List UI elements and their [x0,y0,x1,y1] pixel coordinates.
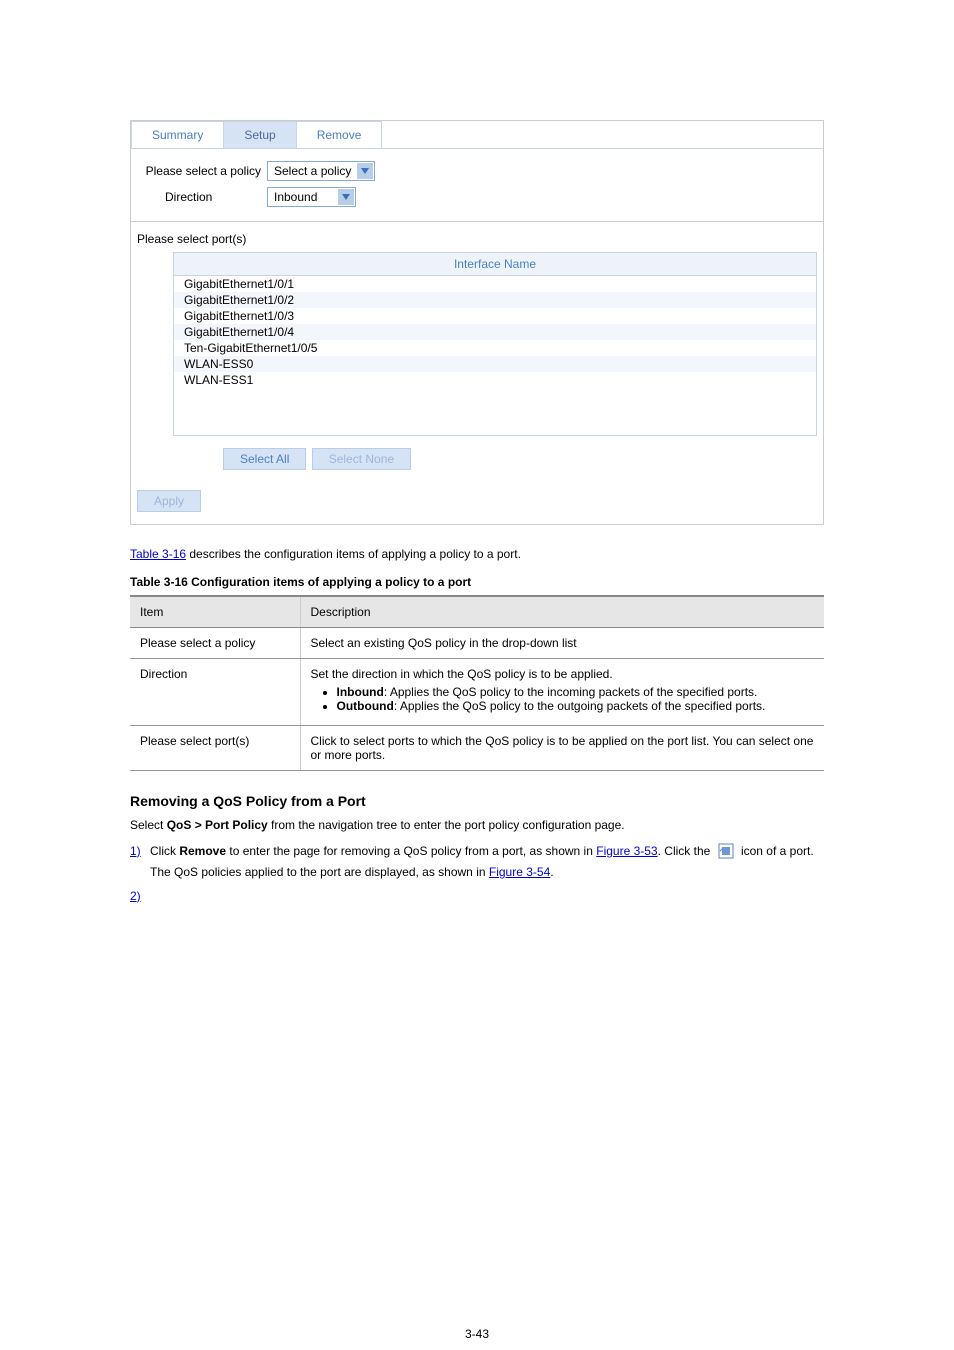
policy-select-value: Select a policy [268,164,357,178]
expand-icon [718,843,734,859]
tab-summary[interactable]: Summary [131,121,224,148]
tab-remove[interactable]: Remove [296,121,383,148]
tab-setup[interactable]: Setup [223,121,296,148]
screenshot-region: Summary Setup Remove Please select a pol… [130,120,824,525]
direction-select[interactable]: Inbound [267,187,356,207]
direction-label: Direction [137,190,267,204]
list-item[interactable]: WLAN-ESS1 [174,372,816,388]
port-list[interactable]: GigabitEthernet1/0/1 GigabitEthernet1/0/… [173,276,817,436]
table-link[interactable]: Table 3-16 [130,547,186,561]
table-row: Please select port(s) Click to select po… [130,726,824,771]
figure-link[interactable]: Figure 3-53 [596,844,657,858]
page-number: 3-43 [0,1327,954,1341]
form-area: Please select a policy Select a policy D… [131,149,823,222]
list-item[interactable]: GigabitEthernet1/0/4 [174,324,816,340]
figure-link[interactable]: Figure 3-54 [489,865,550,879]
chevron-down-icon [338,189,354,205]
list-item[interactable]: GigabitEthernet1/0/2 [174,292,816,308]
apply-button[interactable]: Apply [137,490,201,512]
step-number: 1) [130,841,150,863]
step-number: 2) [130,886,150,908]
table-header: Description [300,596,824,628]
list-item[interactable]: Ten-GigabitEthernet1/0/5 [174,340,816,356]
table-row: Please select a policy Select an existin… [130,628,824,659]
procedure: Select QoS > Port Policy from the naviga… [130,815,824,907]
policy-select[interactable]: Select a policy [267,161,375,181]
table-caption: Table 3-16 Configuration items of applyi… [130,575,824,589]
list-item[interactable]: GigabitEthernet1/0/3 [174,308,816,324]
list-item[interactable]: WLAN-ESS0 [174,356,816,372]
chevron-down-icon [357,163,373,179]
list-item[interactable]: GigabitEthernet1/0/1 [174,276,816,292]
port-section-label: Please select port(s) [137,232,817,246]
table-row: Direction Set the direction in which the… [130,659,824,726]
port-list-header: Interface Name [173,252,817,276]
body-text: Table 3-16 describes the configuration i… [130,545,824,563]
section-heading: Removing a QoS Policy from a Port [130,793,824,809]
tab-bar: Summary Setup Remove [131,121,823,149]
policy-label: Please select a policy [137,164,267,178]
direction-select-value: Inbound [268,190,338,204]
select-all-button[interactable]: Select All [223,448,306,470]
select-none-button[interactable]: Select None [312,448,411,470]
port-section: Please select port(s) Interface Name Gig… [131,222,823,480]
config-table: Item Description Please select a policy … [130,595,824,771]
table-header: Item [130,596,300,628]
